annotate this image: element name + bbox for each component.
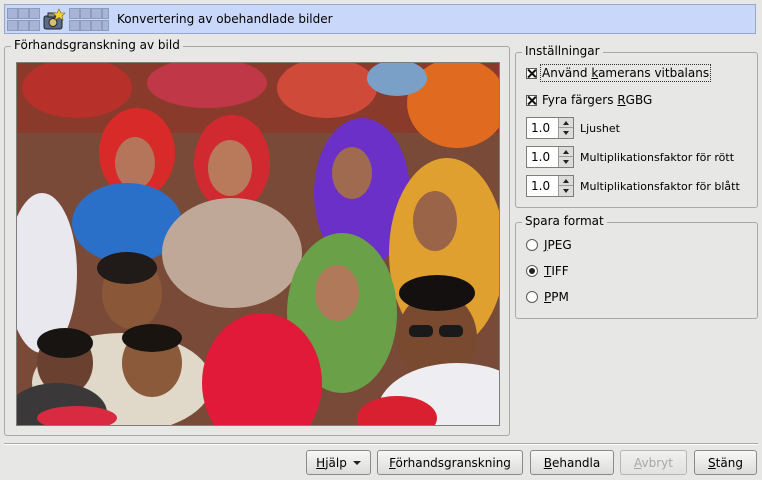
- arrow-down-icon: [563, 131, 569, 135]
- red-multiplier-value[interactable]: 1.0: [531, 150, 550, 164]
- preview-group: Förhandsgranskning av bild: [4, 38, 510, 436]
- four-color-checkbox-row[interactable]: Fyra färgers RGBG: [526, 92, 652, 108]
- settings-group-title: Inställningar: [522, 44, 603, 58]
- format-option-tiff[interactable]: TIFF: [526, 263, 569, 279]
- separator: [4, 443, 758, 445]
- brightness-spinbox[interactable]: 1.0: [526, 117, 574, 139]
- red-multiplier-row: 1.0 Multiplikationsfaktor för rött: [526, 146, 734, 168]
- tiff-radio[interactable]: [526, 265, 538, 277]
- dialog-title: Konvertering av obehandlade bilder: [117, 12, 333, 26]
- preview-group-title: Förhandsgranskning av bild: [11, 38, 183, 52]
- brightness-row: 1.0 Ljushet: [526, 117, 620, 139]
- save-format-group: Spara format JPEG TIFF PPM: [515, 214, 758, 319]
- close-button[interactable]: Stäng: [694, 450, 757, 475]
- blue-multiplier-label: Multiplikationsfaktor för blått: [580, 179, 740, 193]
- spin-up-button[interactable]: [559, 176, 573, 186]
- arrow-up-icon: [563, 120, 569, 125]
- spin-down-button[interactable]: [559, 157, 573, 167]
- help-button[interactable]: Hjälp: [306, 450, 371, 475]
- arrow-up-icon: [563, 178, 569, 183]
- jpeg-label: JPEG: [544, 238, 572, 252]
- spin-down-button[interactable]: [559, 128, 573, 138]
- red-multiplier-label: Multiplikationsfaktor för rött: [580, 150, 735, 164]
- chevron-down-icon: [352, 460, 361, 465]
- photo-preview: [16, 62, 500, 426]
- grid-icon: [69, 8, 109, 32]
- arrow-up-icon: [563, 149, 569, 154]
- white-balance-label: Använd kamerans vitbalans: [539, 64, 712, 82]
- spin-down-button[interactable]: [559, 186, 573, 196]
- camera-icon: [41, 7, 67, 33]
- format-option-jpeg[interactable]: JPEG: [526, 237, 572, 253]
- arrow-down-icon: [563, 189, 569, 193]
- save-format-group-title: Spara format: [522, 214, 607, 228]
- brightness-value[interactable]: 1.0: [531, 121, 550, 135]
- brightness-label: Ljushet: [580, 121, 620, 135]
- abort-button[interactable]: Avbryt: [620, 450, 687, 475]
- blue-multiplier-spinbox[interactable]: 1.0: [526, 175, 574, 197]
- process-button[interactable]: Behandla: [530, 450, 614, 475]
- white-balance-checkbox[interactable]: [526, 67, 537, 79]
- preview-button[interactable]: Förhandsgranskning: [377, 450, 523, 475]
- four-color-checkbox[interactable]: [526, 94, 537, 106]
- spin-up-button[interactable]: [559, 118, 573, 128]
- spin-up-button[interactable]: [559, 147, 573, 157]
- blue-multiplier-row: 1.0 Multiplikationsfaktor för blått: [526, 175, 740, 197]
- format-option-ppm[interactable]: PPM: [526, 289, 569, 305]
- blue-multiplier-value[interactable]: 1.0: [531, 179, 550, 193]
- four-color-label: Fyra färgers RGBG: [542, 93, 653, 107]
- settings-group: Inställningar Använd kamerans vitbalans …: [515, 44, 758, 208]
- tiff-label: TIFF: [544, 264, 569, 278]
- red-multiplier-spinbox[interactable]: 1.0: [526, 146, 574, 168]
- ppm-radio[interactable]: [526, 291, 538, 303]
- white-balance-checkbox-row[interactable]: Använd kamerans vitbalans: [526, 64, 712, 82]
- grid-icon: [7, 8, 40, 32]
- dialog-header: Konvertering av obehandlade bilder: [4, 4, 756, 34]
- ppm-label: PPM: [544, 290, 569, 304]
- jpeg-radio[interactable]: [526, 239, 538, 251]
- arrow-down-icon: [563, 160, 569, 164]
